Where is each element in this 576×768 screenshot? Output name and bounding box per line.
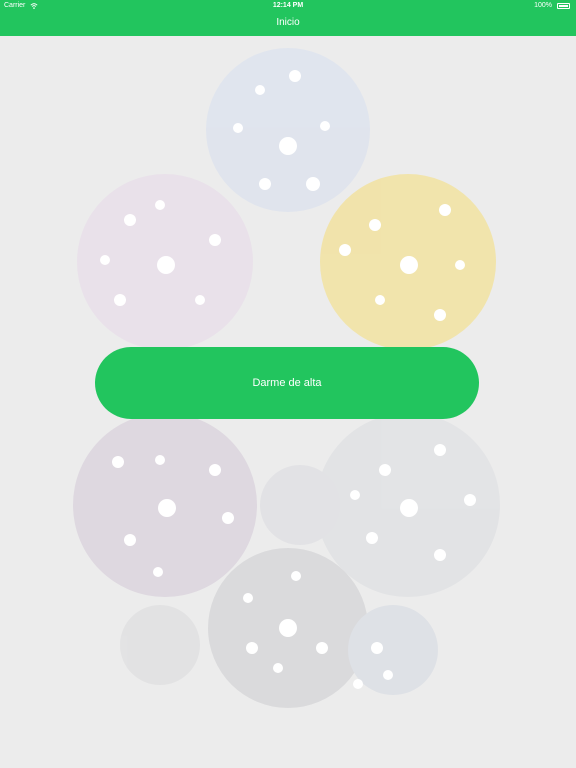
status-time: 12:14 PM	[272, 2, 304, 9]
status-bar: Carrier 12:14 PM 100%	[0, 0, 576, 12]
battery-icon	[557, 3, 570, 9]
page-title: Inicio	[276, 17, 300, 28]
battery-percentage: 100%	[534, 2, 552, 9]
signup-button[interactable]: Darme de alta	[95, 347, 479, 419]
navigation-bar: Carrier 12:14 PM 100% Inicio	[0, 0, 576, 36]
